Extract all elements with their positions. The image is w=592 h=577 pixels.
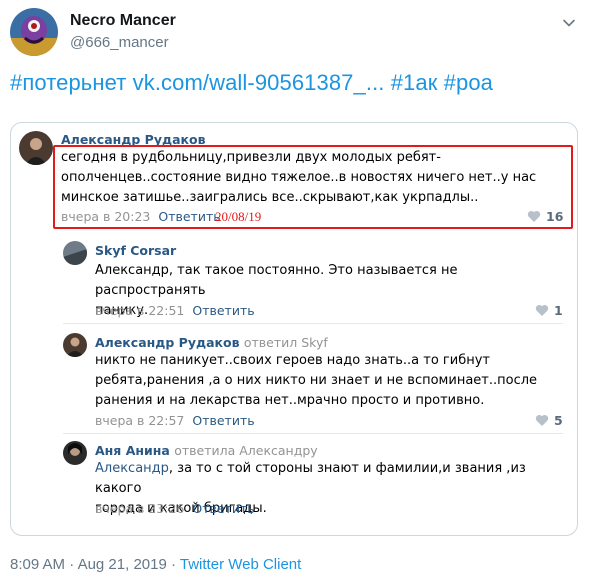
comment-author[interactable]: Аня Анина ответила Александру bbox=[95, 443, 318, 458]
avatar bbox=[63, 241, 87, 265]
heart-icon bbox=[535, 414, 549, 426]
reply-link[interactable]: Ответить bbox=[192, 501, 254, 516]
divider bbox=[63, 323, 563, 324]
comment-author[interactable]: Skyf Corsar bbox=[95, 243, 176, 258]
url-link[interactable]: vk.com/wall-90561387_... bbox=[133, 70, 385, 95]
hashtag-link[interactable]: #1ак bbox=[391, 70, 438, 95]
comment-text: никто не паникует..своих героев надо зна… bbox=[95, 353, 538, 408]
comment-meta: вчера в 22:51 Ответить bbox=[95, 303, 255, 318]
comment-meta: вчера в 23:26 Ответить bbox=[95, 501, 255, 516]
tweet-header: Necro Mancer @666_mancer bbox=[10, 8, 582, 62]
separator: · bbox=[170, 556, 176, 573]
like-button[interactable]: 1 bbox=[535, 303, 563, 318]
like-count: 1 bbox=[554, 303, 563, 318]
reply-to[interactable]: ответила Александру bbox=[174, 443, 317, 458]
comment-time[interactable]: вчера в 22:51 bbox=[95, 303, 184, 318]
tweet-footer: 8:09 AM · Aug 21, 2019 · Twitter Web Cli… bbox=[10, 556, 301, 573]
reply-link[interactable]: Ответить bbox=[192, 303, 254, 318]
chevron-down-icon[interactable] bbox=[562, 16, 576, 30]
avatar[interactable] bbox=[10, 8, 58, 56]
reply-link[interactable]: Ответить bbox=[192, 413, 254, 428]
divider bbox=[63, 433, 563, 434]
tweet-time[interactable]: 8:09 AM bbox=[10, 556, 65, 573]
separator: · bbox=[69, 556, 75, 573]
hashtag-link[interactable]: #потерьнет bbox=[10, 70, 126, 95]
tweet-text: #потерьнет vk.com/wall-90561387_... #1ак… bbox=[10, 70, 493, 96]
comment-meta: вчера в 22:57 Ответить bbox=[95, 413, 255, 428]
highlight-box bbox=[53, 145, 573, 229]
avatar bbox=[63, 441, 87, 465]
mention-link[interactable]: Александр bbox=[95, 461, 169, 476]
heart-icon bbox=[535, 304, 549, 316]
reply-to[interactable]: ответил Skyf bbox=[244, 335, 328, 350]
like-count: 5 bbox=[554, 413, 563, 428]
client-link[interactable]: Twitter Web Client bbox=[180, 556, 301, 573]
avatar bbox=[19, 131, 53, 165]
like-button[interactable]: 5 bbox=[535, 413, 563, 428]
comment-author[interactable]: Александр Рудаков ответил Skyf bbox=[95, 335, 328, 350]
hashtag-link[interactable]: #роа bbox=[444, 70, 493, 95]
handle[interactable]: @666_mancer bbox=[70, 34, 169, 51]
attached-screenshot[interactable]: Александр Рудаков сегодня в рудбольницу,… bbox=[10, 122, 578, 536]
comment-time[interactable]: вчера в 22:57 bbox=[95, 413, 184, 428]
tweet-date[interactable]: Aug 21, 2019 bbox=[78, 556, 167, 573]
display-name[interactable]: Necro Mancer bbox=[70, 12, 176, 30]
avatar bbox=[63, 333, 87, 357]
comment-time[interactable]: вчера в 23:26 bbox=[95, 501, 184, 516]
